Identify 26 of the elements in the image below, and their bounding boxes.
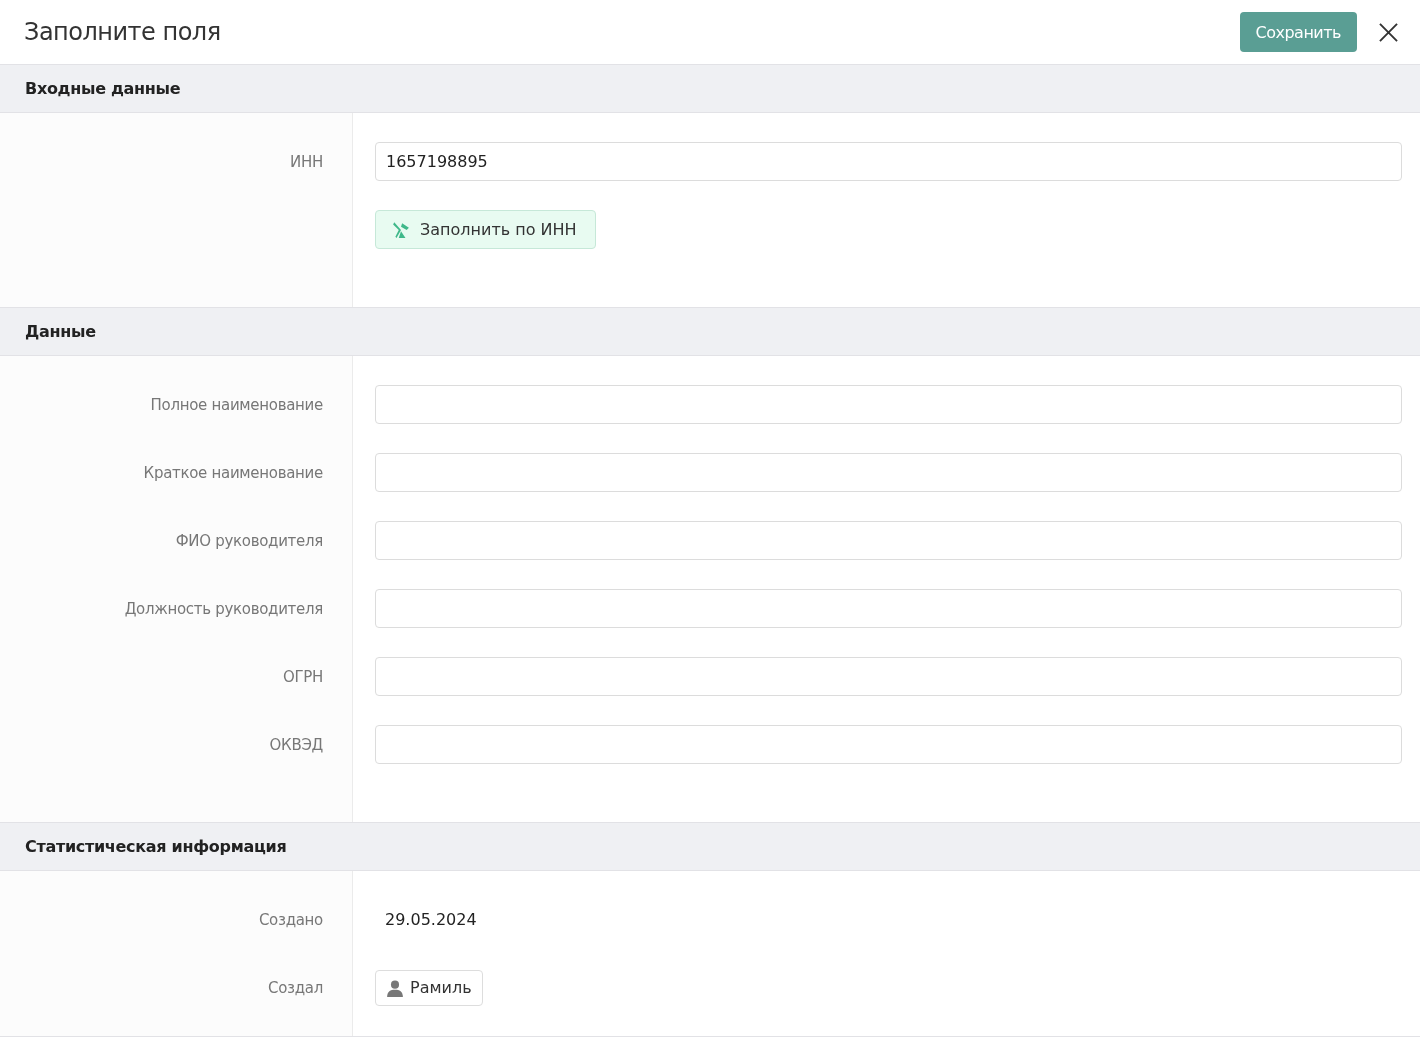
field-label: Создал (268, 978, 323, 997)
input-field[interactable]: 1657198895 (375, 142, 1402, 181)
field-label: Должность руководителя (124, 599, 323, 618)
field-label: ОКВЭД (269, 735, 323, 754)
fill-button[interactable]: Заполнить по ИНН (375, 210, 596, 249)
input-field[interactable] (375, 521, 1402, 560)
field-label: Полное наименование (150, 395, 323, 414)
person-icon (386, 978, 404, 997)
dialog-title: Заполните поля (24, 18, 221, 46)
input-field[interactable] (375, 657, 1402, 696)
field-label: Создано (258, 910, 323, 929)
section-header: Данные (0, 308, 1420, 356)
input-field[interactable] (375, 453, 1402, 492)
date-value: 29.05.2024 (384, 910, 477, 929)
input-field[interactable] (375, 589, 1402, 628)
section-header: Входные данные (0, 65, 1420, 113)
input-field[interactable] (375, 385, 1402, 424)
satellite-dish-icon (392, 220, 410, 239)
input-field[interactable] (375, 725, 1402, 764)
field-label: ФИО руководителя (175, 531, 323, 550)
field-label: ИНН (290, 152, 323, 171)
close-icon[interactable] (1379, 22, 1398, 42)
field-label: Краткое наименование (143, 463, 323, 482)
section-header: Статистическая информация (0, 823, 1420, 871)
user-chip[interactable]: Рамиль (375, 969, 483, 1006)
field-label: ОГРН (282, 667, 323, 686)
